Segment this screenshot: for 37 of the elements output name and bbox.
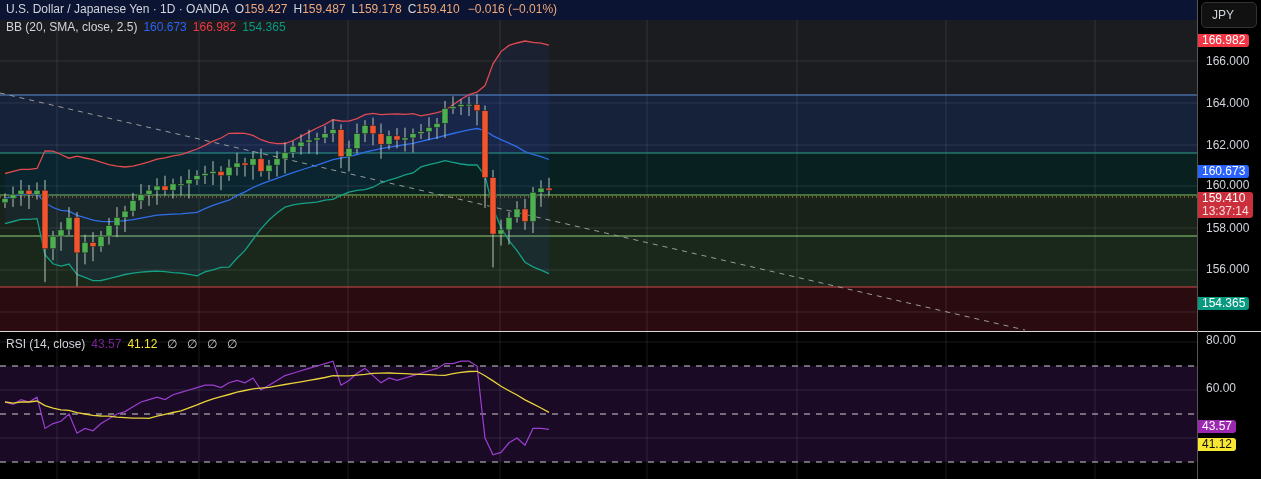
axis-tick-label: 156.000 <box>1206 263 1250 276</box>
ohlc-value: 159.427 <box>244 2 288 16</box>
axis-tick-label: 80.00 <box>1206 334 1237 347</box>
currency-button[interactable]: JPY <box>1201 2 1257 28</box>
axis-tick-label: 160.000 <box>1206 179 1250 192</box>
indicator-value: 41.12 <box>127 337 158 351</box>
value-tag: 41.12 <box>1198 438 1237 451</box>
indicator-name[interactable]: BB (20, SMA, close, 2.5) <box>6 20 138 34</box>
ohlc-label: H <box>293 2 303 16</box>
ohlc-label: O <box>234 2 245 16</box>
indicator-value: 160.673 <box>143 20 187 34</box>
axis-tick-label: 158.000 <box>1206 222 1250 235</box>
price-tag-value: 166.982 <box>1202 34 1246 47</box>
axis-tick-label: 164.000 <box>1206 97 1250 110</box>
indicator-value: 43.57 <box>91 337 122 351</box>
axis-tick-label: 166.000 <box>1206 55 1250 68</box>
axis-tick-label: 60.00 <box>1206 382 1237 395</box>
symbol-title: U.S. Dollar / Japanese Yen · 1D · OANDA <box>6 2 229 16</box>
indicator-name[interactable]: RSI (14, close) <box>6 337 86 351</box>
ohlc-value: 159.178 <box>358 2 402 16</box>
ohlc-label: C <box>407 2 417 16</box>
price-tag-value: 154.365 <box>1202 297 1246 310</box>
indicator-value: 166.982 <box>192 20 237 34</box>
price-tag-value: 160.673 <box>1202 165 1246 178</box>
ohlc-value: 159.487 <box>302 2 346 16</box>
indicator-value: ∅ <box>227 337 238 351</box>
price-change: −0.016 (−0.01%) <box>467 2 558 16</box>
countdown-time: 13:37:14 <box>1202 205 1249 218</box>
axis-tick-label: 162.000 <box>1206 139 1250 152</box>
value-tag: 43.57 <box>1198 420 1237 433</box>
indicator-value: ∅ <box>207 337 218 351</box>
price-tag-value: 159.410 <box>1202 192 1247 205</box>
indicator-value: ∅ <box>167 337 178 351</box>
indicator-value: 154.365 <box>242 20 286 34</box>
ohlc-label: L <box>351 2 359 16</box>
indicator-value: ∅ <box>187 337 198 351</box>
ohlc-value: 159.410 <box>416 2 460 16</box>
